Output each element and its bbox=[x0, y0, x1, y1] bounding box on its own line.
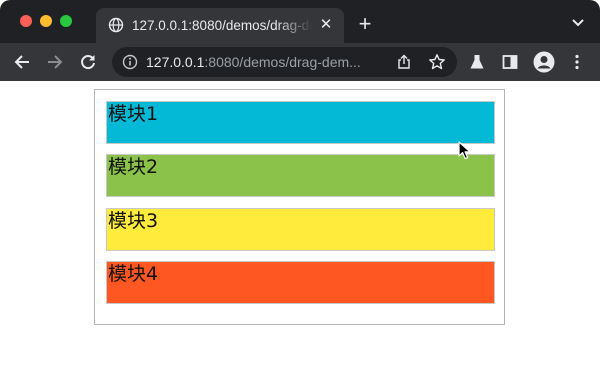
browser-toolbar: 127.0.0.1:8080/demos/drag-dem... bbox=[0, 43, 600, 81]
drag-container: 模块1 模块2 模块3 模块4 bbox=[94, 89, 505, 325]
reload-icon[interactable] bbox=[78, 52, 98, 72]
page-content: 模块1 模块2 模块3 模块4 bbox=[0, 81, 600, 385]
side-panel-icon[interactable] bbox=[501, 53, 519, 71]
labs-flask-icon[interactable] bbox=[468, 53, 486, 71]
drag-block-4[interactable]: 模块4 bbox=[106, 261, 495, 304]
share-icon[interactable] bbox=[396, 54, 412, 70]
back-arrow-icon[interactable] bbox=[12, 52, 32, 72]
profile-avatar-icon[interactable] bbox=[533, 51, 555, 73]
new-tab-button[interactable]: + bbox=[354, 13, 376, 35]
tab-close-button[interactable]: ✕ bbox=[318, 17, 334, 33]
block-label: 模块3 bbox=[108, 210, 159, 232]
chevron-down-icon[interactable] bbox=[570, 16, 586, 30]
url-host: 127.0.0.1 bbox=[146, 54, 205, 70]
globe-icon bbox=[108, 17, 124, 33]
info-icon[interactable] bbox=[122, 54, 138, 70]
block-label: 模块2 bbox=[108, 156, 159, 178]
tab-strip: 127.0.0.1:8080/demos/drag-demo ✕ + bbox=[0, 0, 600, 43]
url-text[interactable]: 127.0.0.1:8080/demos/drag-dem... bbox=[146, 53, 396, 71]
address-bar[interactable]: 127.0.0.1:8080/demos/drag-dem... bbox=[112, 47, 457, 77]
minimize-window-button[interactable] bbox=[40, 15, 52, 27]
forward-arrow-icon[interactable] bbox=[45, 52, 65, 72]
zoom-window-button[interactable] bbox=[60, 15, 72, 27]
drag-block-3[interactable]: 模块3 bbox=[106, 208, 495, 251]
close-window-button[interactable] bbox=[20, 15, 32, 27]
browser-window: 127.0.0.1:8080/demos/drag-demo ✕ + bbox=[0, 0, 600, 385]
drag-block-1[interactable]: 模块1 bbox=[106, 101, 495, 144]
tab-title: 127.0.0.1:8080/demos/drag-demo bbox=[132, 18, 312, 33]
drag-block-2[interactable]: 模块2 bbox=[106, 154, 495, 197]
mouse-cursor-icon bbox=[458, 141, 471, 160]
block-label: 模块4 bbox=[108, 263, 159, 285]
bookmark-star-icon[interactable] bbox=[428, 53, 446, 71]
block-label: 模块1 bbox=[108, 103, 159, 125]
more-menu-icon[interactable] bbox=[568, 53, 586, 71]
url-path: :8080/demos/drag-dem... bbox=[204, 54, 361, 70]
tab-active[interactable]: 127.0.0.1:8080/demos/drag-demo ✕ bbox=[96, 8, 344, 43]
